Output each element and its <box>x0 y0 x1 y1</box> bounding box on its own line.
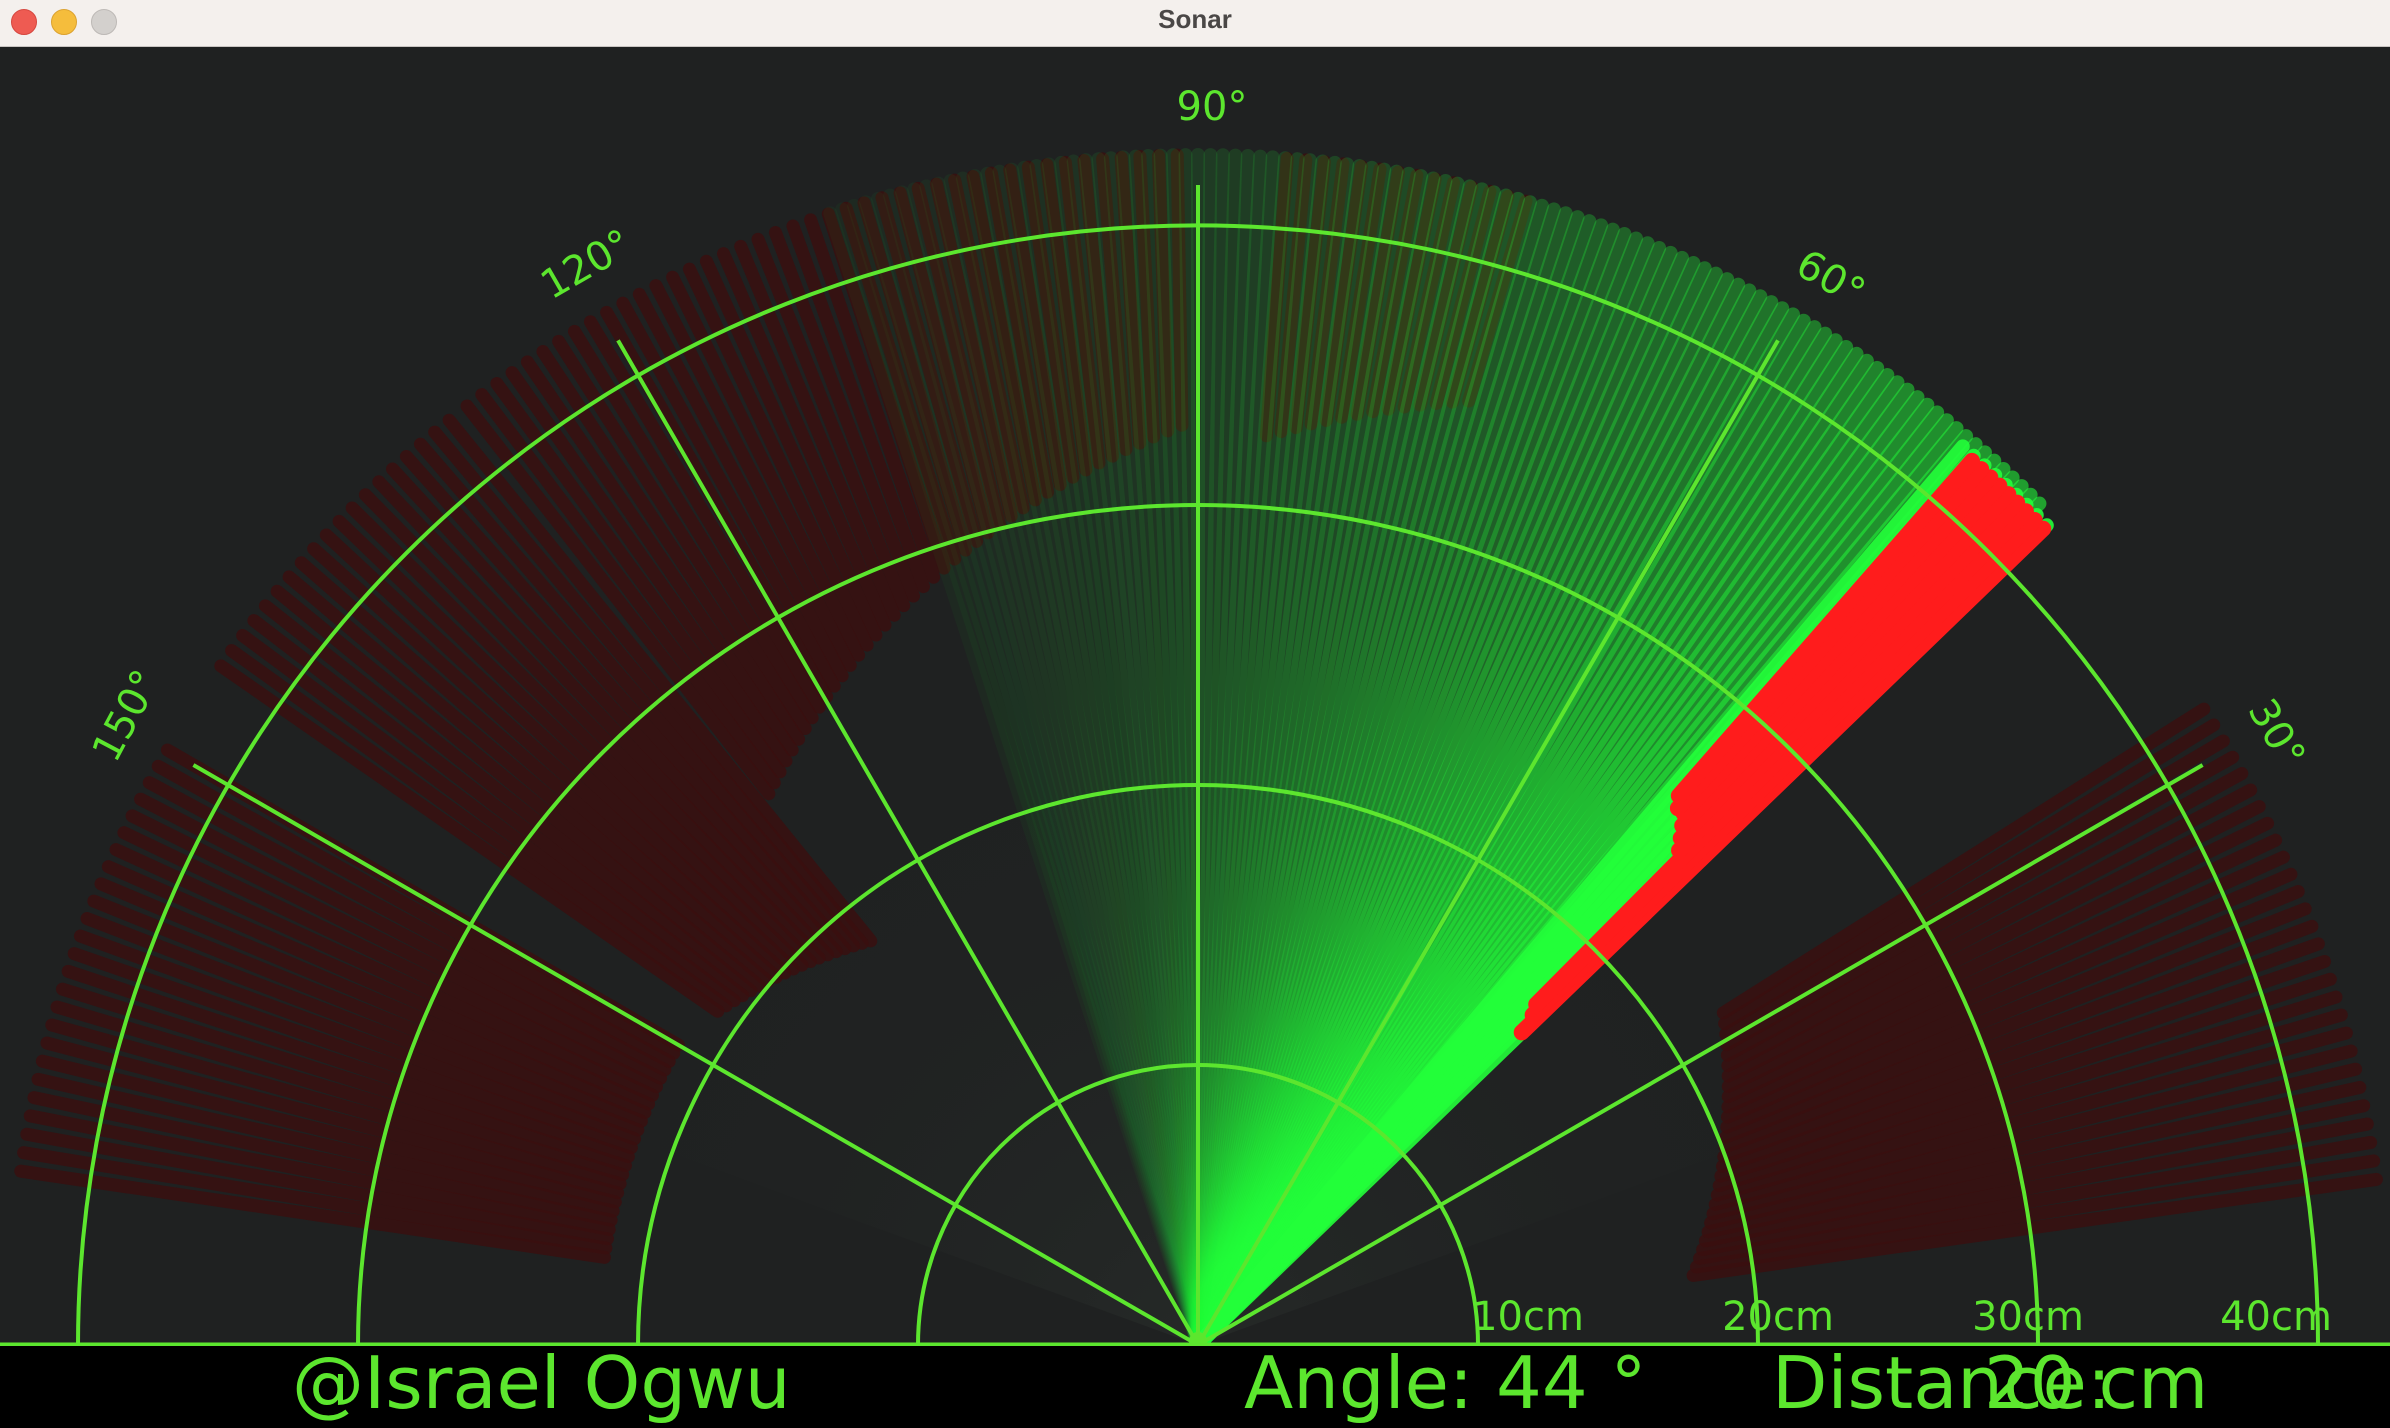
range-label-40cm: 40cm <box>2220 1294 2332 1340</box>
range-label-20cm: 20cm <box>1722 1294 1834 1340</box>
sonar-window: Sonar 150° 120° 90° 60° 30° 10cm 20cm 30cm 40cm … <box>0 0 2390 1426</box>
angle-label-30: 30° <box>2239 691 2314 775</box>
window-title: Sonar <box>1158 4 1232 34</box>
range-label-10cm: 10cm <box>1472 1294 1584 1340</box>
angle-label-90: 90° <box>1177 84 1248 130</box>
radar-display: 150° 120° 90° 60° 30° 10cm 20cm 30cm 40cm <box>0 84 2390 1352</box>
distance-value: 20 cm <box>1984 1341 2209 1425</box>
title-bar: Sonar <box>0 0 2390 47</box>
angle-readout: Angle: 44 ° <box>1244 1341 1647 1425</box>
angle-label-150: 150° <box>84 663 170 770</box>
author-credit: @Israel Ogwu <box>292 1341 791 1425</box>
angle-label-120: 120° <box>533 221 639 309</box>
angle-label-60: 60° <box>1788 241 1872 316</box>
range-label-30cm: 30cm <box>1972 1294 2084 1340</box>
